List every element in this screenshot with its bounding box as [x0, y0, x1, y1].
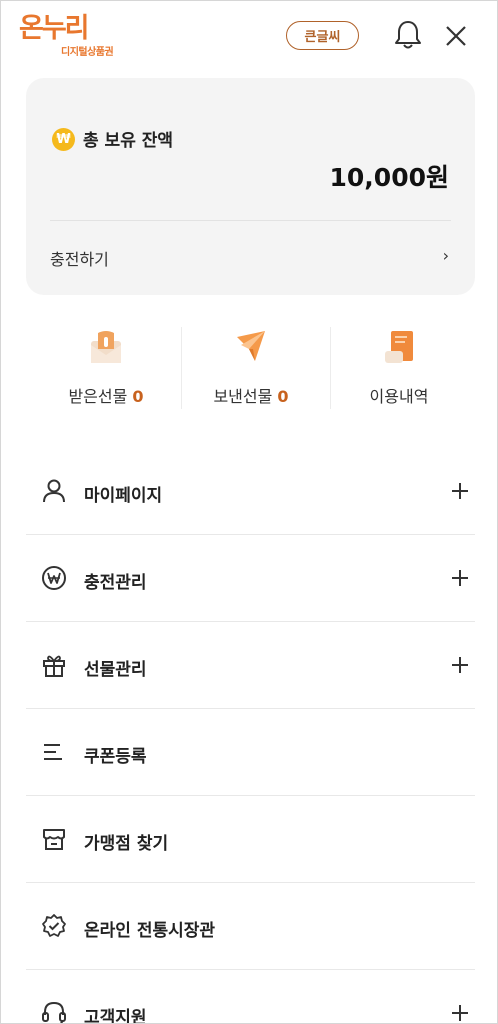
received-gift-icon — [86, 327, 126, 367]
menu-label: 가맹점 찾기 — [84, 834, 169, 854]
sent-gift-count: 0 — [277, 387, 289, 406]
logo-main-text: 온누리 — [19, 13, 90, 44]
menu-item-charge-management[interactable]: 충전관리 — [26, 535, 475, 622]
plus-icon[interactable] — [449, 567, 471, 589]
sent-gift-icon — [231, 327, 271, 367]
chevron-right-icon: › — [442, 246, 449, 265]
bell-icon[interactable] — [393, 19, 423, 51]
received-gift-label: 받은선물 0 — [31, 383, 181, 407]
menu-item-mypage[interactable]: 마이페이지 — [26, 448, 475, 535]
big-text-button[interactable]: 큰글씨 — [286, 21, 359, 50]
list-icon — [40, 738, 68, 766]
headset-icon — [40, 999, 68, 1023]
menu-label: 선물관리 — [84, 660, 147, 680]
history-label: 이용내역 — [324, 383, 474, 407]
history-stat[interactable]: 이용내역 — [324, 323, 474, 411]
menu-list: 마이페이지 충전관리 선물관리 쿠폰등록 가맹점 찾기 온라인 전통시장관 고객… — [26, 448, 475, 1024]
menu-label: 쿠폰등록 — [84, 747, 147, 767]
sent-gift-label: 보낸선물 0 — [176, 383, 326, 407]
menu-label: 충전관리 — [84, 573, 147, 593]
balance-card: ₩ 총 보유 잔액 10,000원 충전하기 › — [26, 78, 475, 295]
won-circle-icon — [40, 564, 68, 592]
history-text: 이용내역 — [369, 387, 429, 406]
header: 온누리 디지털상품권 큰글씨 — [1, 1, 497, 71]
sent-gift-text: 보낸선물 — [213, 387, 273, 406]
history-icon — [379, 327, 419, 367]
gift-icon — [40, 651, 68, 679]
menu-item-coupon-register[interactable]: 쿠폰등록 — [26, 709, 475, 796]
quick-stats: 받은선물 0 보낸선물 0 이용내역 — [31, 323, 471, 411]
plus-icon[interactable] — [449, 1002, 471, 1023]
charge-button[interactable]: 충전하기 › — [26, 221, 475, 295]
menu-item-online-market[interactable]: 온라인 전통시장관 — [26, 883, 475, 970]
plus-icon[interactable] — [449, 480, 471, 502]
menu-label: 마이페이지 — [84, 486, 163, 506]
balance-amount: 10,000원 — [329, 163, 449, 192]
charge-label: 충전하기 — [50, 250, 109, 269]
received-gift-text: 받은선물 — [68, 387, 128, 406]
badge-check-icon — [40, 912, 68, 940]
menu-item-find-store[interactable]: 가맹점 찾기 — [26, 796, 475, 883]
balance-title: 총 보유 잔액 — [83, 131, 174, 151]
received-gift-count: 0 — [132, 387, 144, 406]
menu-label: 고객지원 — [84, 1008, 147, 1024]
plus-icon[interactable] — [449, 654, 471, 676]
received-gift-stat[interactable]: 받은선물 0 — [31, 323, 181, 411]
logo[interactable]: 온누리 디지털상품권 — [19, 13, 129, 59]
menu-item-gift-management[interactable]: 선물관리 — [26, 622, 475, 709]
won-coin-icon: ₩ — [52, 128, 75, 151]
menu-item-customer-support[interactable]: 고객지원 — [26, 970, 475, 1024]
menu-label: 온라인 전통시장관 — [84, 921, 216, 941]
store-icon — [40, 825, 68, 853]
logo-sub-text: 디지털상품권 — [61, 47, 114, 58]
sent-gift-stat[interactable]: 보낸선물 0 — [176, 323, 326, 411]
close-icon[interactable] — [441, 21, 471, 51]
app-frame: 온누리 디지털상품권 큰글씨 ₩ 총 보유 잔액 10,000원 충전하기 › — [0, 0, 498, 1024]
person-icon — [40, 477, 68, 505]
